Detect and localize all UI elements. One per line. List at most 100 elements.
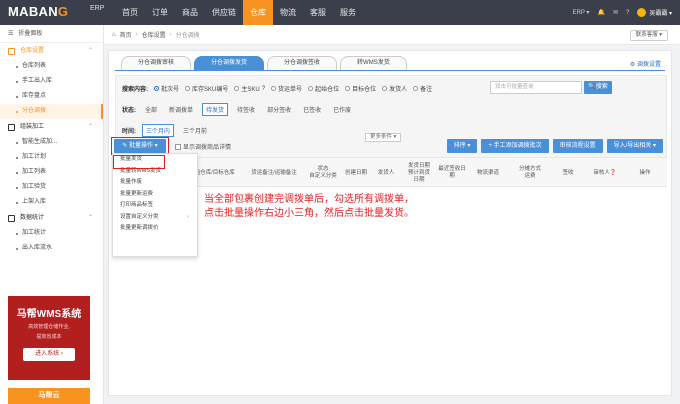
bell-icon[interactable]: 🔔 bbox=[597, 9, 604, 16]
collapse-label: 折叠面板 bbox=[18, 30, 43, 37]
status-partial[interactable]: 部分签收 bbox=[264, 104, 294, 115]
status-all[interactable]: 全部 bbox=[142, 104, 160, 115]
sidebar-item-processing-plan[interactable]: 加工计划 bbox=[0, 150, 103, 165]
mabang-cloud-banner[interactable]: 马帮云 bbox=[8, 388, 90, 404]
menu-bulk-void[interactable]: 批量作废 bbox=[113, 177, 197, 189]
sidebar-item-stock-flow[interactable]: 出入库流水 bbox=[0, 241, 103, 256]
annotation-line-1: 当全部包裹创建完调拨单后，勾选所有调拨单， bbox=[204, 194, 414, 205]
breadcrumb-home[interactable]: 首页 bbox=[120, 30, 132, 39]
breadcrumb: ⌂ 首页 › 仓库设置 › 分仓调拨 联系客服 ▾ bbox=[104, 25, 680, 45]
stats-icon bbox=[8, 214, 15, 222]
sidebar-item-processing-stats[interactable]: 加工统计 bbox=[0, 226, 103, 241]
tab-wms-ship[interactable]: 转WMS发货 bbox=[340, 56, 407, 70]
tab-underline bbox=[115, 70, 665, 71]
collapse-panel[interactable]: ☰ 折叠面板 bbox=[0, 25, 103, 43]
audit-flow-settings-button[interactable]: 审核流程设置 bbox=[552, 139, 603, 153]
chevron-up-icon: ⌃ bbox=[87, 48, 93, 54]
search-input[interactable]: 双击可批量查询 bbox=[490, 81, 582, 94]
time-within-3-months[interactable]: 三个月内 bbox=[142, 124, 175, 137]
radio-start-location[interactable]: 起始仓位 bbox=[308, 84, 339, 93]
contact-service-button[interactable]: 联系客服 ▾ bbox=[629, 30, 668, 41]
status-new[interactable]: 新调拨单 bbox=[166, 104, 196, 115]
th-shipper: 发货人 bbox=[377, 169, 395, 176]
erp-switch[interactable]: ERP ▾ bbox=[573, 9, 590, 16]
status-pending-ship[interactable]: 待发货 bbox=[202, 103, 229, 116]
radio-shipper[interactable]: 发货人 bbox=[382, 84, 407, 93]
mabang-logo[interactable]: MABANG bbox=[8, 4, 68, 19]
menu-bulk-update-freight[interactable]: 批量更新运费 bbox=[113, 189, 197, 201]
th-actions: 操作 bbox=[639, 169, 651, 176]
search-options-row: 搜索内容: 批次号 库存SKU编号 主SKU ? 货运单号 起始仓位 目标仓位 … bbox=[122, 84, 432, 94]
status-pending-receive[interactable]: 待签收 bbox=[234, 104, 258, 115]
chevron-right-icon: › bbox=[187, 213, 189, 220]
time-before-3-months[interactable]: 三个月前 bbox=[180, 125, 210, 136]
chevron-up-icon: ⌃ bbox=[87, 124, 93, 130]
chevron-up-icon: ⌃ bbox=[87, 215, 93, 221]
show-detail-checkbox[interactable]: 显示调拨商品详情 bbox=[175, 142, 231, 151]
transfer-settings-link[interactable]: ⚙ 调拨设置 bbox=[630, 59, 661, 68]
status-received[interactable]: 已签收 bbox=[300, 104, 324, 115]
radio-main-sku[interactable]: 主SKU ? bbox=[234, 84, 265, 93]
breadcrumb-level1[interactable]: 仓库设置 bbox=[142, 30, 166, 39]
nav-logistics[interactable]: 物流 bbox=[273, 0, 303, 25]
nav-home[interactable]: 首页 bbox=[115, 0, 145, 25]
nav-warehouse[interactable]: 仓库 bbox=[243, 0, 273, 25]
radio-stock-sku[interactable]: 库存SKU编号 bbox=[185, 84, 228, 93]
radio-remark[interactable]: 备注 bbox=[413, 84, 432, 93]
breadcrumb-separator: › bbox=[169, 31, 172, 38]
sidebar-group-label: 数据统计 bbox=[20, 215, 45, 221]
right-action-buttons: 排序 ▾ + 手工添加调拨批次 审核流程设置 导入/导出相关 ▾ bbox=[446, 139, 663, 153]
radio-target-location[interactable]: 目标仓位 bbox=[345, 84, 376, 93]
tab-transfer-receive[interactable]: 分仓调拨签收 bbox=[267, 56, 338, 70]
sidebar-item-warehouse-list[interactable]: 仓库列表 bbox=[0, 59, 103, 74]
message-icon[interactable]: ✉ bbox=[613, 9, 618, 16]
menu-print-labels[interactable]: 打印商品标签 bbox=[113, 200, 197, 212]
th-ship-date: 发货日期 预计到货 日期 bbox=[407, 162, 430, 183]
assembly-icon bbox=[8, 123, 15, 131]
nav-customer-service[interactable]: 客服 bbox=[303, 0, 333, 25]
top-navbar: MABANG ERP 首页 订单 商品 供应链 仓库 物流 客服 服务 ERP … bbox=[0, 0, 680, 25]
nav-orders[interactable]: 订单 bbox=[145, 0, 175, 25]
logo-erp-label: ERP bbox=[90, 5, 105, 12]
sidebar-group-stats[interactable]: 数据统计 ⌃ bbox=[0, 210, 103, 226]
sidebar-group-warehouse-settings[interactable]: 仓库设置 ⌃ bbox=[0, 43, 103, 59]
status-voided[interactable]: 已作废 bbox=[330, 104, 354, 115]
more-conditions-button[interactable]: 更多条件 ▾ bbox=[365, 133, 402, 142]
manual-add-batch-button[interactable]: + 手工添加调拨批次 bbox=[481, 139, 549, 153]
sidebar-item-processing-inspect[interactable]: 加工验货 bbox=[0, 180, 103, 195]
th-auditor: 审核人 ❓ bbox=[593, 169, 617, 176]
sidebar-item-manual-in-out[interactable]: 手工出入库 bbox=[0, 74, 103, 89]
sidebar-item-stocktake[interactable]: 库存盘点 bbox=[0, 89, 103, 104]
sidebar-group-assembly[interactable]: 组装加工 ⌃ bbox=[0, 119, 103, 135]
user-menu[interactable]: 吴霸霸 ▾ bbox=[637, 8, 672, 17]
sidebar-item-smart-generate[interactable]: 智能生成加... bbox=[0, 135, 103, 150]
search-button[interactable]: 🔍搜索 bbox=[584, 81, 612, 94]
tab-transfer-ship[interactable]: 分仓调拨发货 bbox=[194, 56, 265, 70]
import-export-button[interactable]: 导入/导出相关 ▾ bbox=[606, 139, 663, 153]
nav-supply-chain[interactable]: 供应链 bbox=[205, 0, 243, 25]
status-row: 状态: 全部 新调拨单 待发货 待签收 部分签收 已签收 已作废 bbox=[122, 103, 354, 116]
sidebar-item-processing-list[interactable]: 加工列表 bbox=[0, 165, 103, 180]
nav-services[interactable]: 服务 bbox=[333, 0, 363, 25]
sidebar-group-label: 组装加工 bbox=[20, 124, 45, 130]
tab-transfer-audit[interactable]: 分仓调拨审核 bbox=[121, 56, 192, 70]
promo-enter-button[interactable]: 进入系统 › bbox=[23, 348, 75, 361]
status-label: 状态: bbox=[122, 108, 136, 114]
nav-products[interactable]: 商品 bbox=[175, 0, 205, 25]
help-icon[interactable]: ? bbox=[626, 10, 629, 16]
sidebar-item-transfer[interactable]: 分仓调拨 bbox=[0, 104, 103, 119]
home-icon: ⌂ bbox=[112, 31, 116, 38]
sort-button[interactable]: 排序 ▾ bbox=[446, 139, 478, 153]
checkbox[interactable] bbox=[175, 143, 181, 150]
warehouse-icon bbox=[8, 47, 15, 55]
radio-batch-no[interactable]: 批次号 bbox=[154, 84, 179, 93]
wms-promo-banner[interactable]: 马帮WMS系统 高效管理仓储作业, 提效省成本 进入系统 › bbox=[8, 296, 90, 380]
sidebar-item-shelving[interactable]: 上架入库 bbox=[0, 195, 103, 210]
time-label: 时间: bbox=[122, 129, 136, 135]
promo-line-2: 提效省成本 bbox=[36, 334, 62, 340]
search-button-label: 搜索 bbox=[595, 84, 608, 90]
menu-bulk-update-price[interactable]: 批量更新调拨价 bbox=[113, 223, 197, 235]
breadcrumb-current: 分仓调拨 bbox=[175, 33, 200, 39]
menu-set-custom-category[interactable]: 设置自定义分类 › bbox=[113, 212, 197, 224]
radio-tracking-no[interactable]: 货运单号 bbox=[271, 84, 302, 93]
